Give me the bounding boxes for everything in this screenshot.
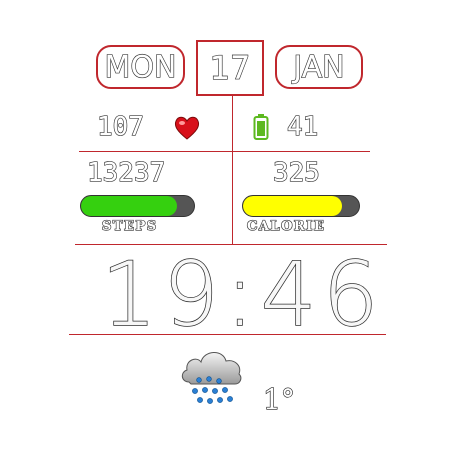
temperature-value: 1° xyxy=(262,382,295,416)
calories-progress-bar xyxy=(242,195,360,217)
divider-lower xyxy=(69,334,386,335)
day-label: 17 xyxy=(209,48,251,87)
rain-cloud-icon xyxy=(179,346,245,406)
divider-vertical xyxy=(232,96,233,244)
weekday-label: MON xyxy=(104,49,177,85)
month-pill: JAN xyxy=(275,45,363,89)
calories-label: CALORIE xyxy=(246,218,326,234)
calories-value: 325 xyxy=(272,157,320,188)
clock-time: 19:46 xyxy=(100,242,385,347)
steps-value: 13237 xyxy=(86,157,166,188)
heart-rate-value: 107 xyxy=(96,111,144,142)
day-box: 17 xyxy=(196,40,264,96)
weekday-pill: MON xyxy=(96,45,185,89)
battery-icon xyxy=(253,113,269,141)
divider-upper xyxy=(79,151,370,152)
battery-value: 41 xyxy=(286,111,319,142)
steps-progress-bar xyxy=(80,195,195,217)
heart-icon xyxy=(173,115,201,141)
steps-label: STEPS xyxy=(101,218,158,234)
month-label: JAN xyxy=(293,49,346,85)
